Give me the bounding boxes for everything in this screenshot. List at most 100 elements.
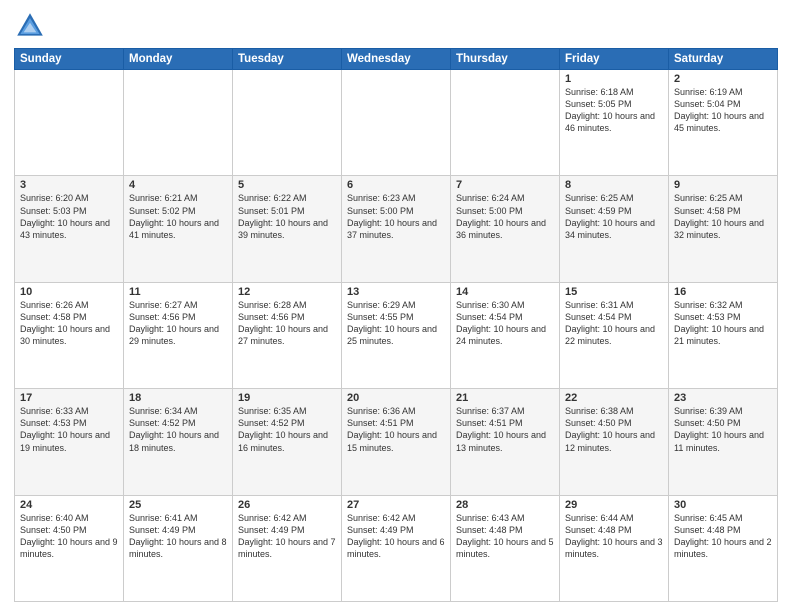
day-info: Sunrise: 6:32 AMSunset: 4:53 PMDaylight:… [674, 299, 772, 348]
day-info: Sunrise: 6:42 AMSunset: 4:49 PMDaylight:… [347, 512, 445, 561]
calendar-cell: 23Sunrise: 6:39 AMSunset: 4:50 PMDayligh… [669, 389, 778, 495]
day-info: Sunrise: 6:40 AMSunset: 4:50 PMDaylight:… [20, 512, 118, 561]
calendar: SundayMondayTuesdayWednesdayThursdayFrid… [14, 48, 778, 602]
day-number: 12 [238, 286, 336, 298]
day-header-row: SundayMondayTuesdayWednesdayThursdayFrid… [15, 49, 778, 70]
day-info: Sunrise: 6:34 AMSunset: 4:52 PMDaylight:… [129, 405, 227, 454]
calendar-cell: 22Sunrise: 6:38 AMSunset: 4:50 PMDayligh… [560, 389, 669, 495]
calendar-cell: 28Sunrise: 6:43 AMSunset: 4:48 PMDayligh… [451, 495, 560, 601]
day-info: Sunrise: 6:27 AMSunset: 4:56 PMDaylight:… [129, 299, 227, 348]
calendar-cell: 11Sunrise: 6:27 AMSunset: 4:56 PMDayligh… [124, 282, 233, 388]
day-number: 19 [238, 392, 336, 404]
day-number: 30 [674, 499, 772, 511]
calendar-cell: 1Sunrise: 6:18 AMSunset: 5:05 PMDaylight… [560, 70, 669, 176]
day-header-thursday: Thursday [451, 49, 560, 70]
calendar-cell: 27Sunrise: 6:42 AMSunset: 4:49 PMDayligh… [342, 495, 451, 601]
calendar-cell [451, 70, 560, 176]
day-info: Sunrise: 6:20 AMSunset: 5:03 PMDaylight:… [20, 192, 118, 241]
day-info: Sunrise: 6:35 AMSunset: 4:52 PMDaylight:… [238, 405, 336, 454]
day-number: 4 [129, 179, 227, 191]
logo-icon [14, 10, 46, 42]
calendar-cell: 2Sunrise: 6:19 AMSunset: 5:04 PMDaylight… [669, 70, 778, 176]
day-info: Sunrise: 6:25 AMSunset: 4:59 PMDaylight:… [565, 192, 663, 241]
day-info: Sunrise: 6:42 AMSunset: 4:49 PMDaylight:… [238, 512, 336, 561]
day-number: 21 [456, 392, 554, 404]
day-info: Sunrise: 6:21 AMSunset: 5:02 PMDaylight:… [129, 192, 227, 241]
day-info: Sunrise: 6:25 AMSunset: 4:58 PMDaylight:… [674, 192, 772, 241]
day-info: Sunrise: 6:37 AMSunset: 4:51 PMDaylight:… [456, 405, 554, 454]
day-info: Sunrise: 6:28 AMSunset: 4:56 PMDaylight:… [238, 299, 336, 348]
day-number: 3 [20, 179, 118, 191]
day-info: Sunrise: 6:29 AMSunset: 4:55 PMDaylight:… [347, 299, 445, 348]
day-header-wednesday: Wednesday [342, 49, 451, 70]
day-info: Sunrise: 6:38 AMSunset: 4:50 PMDaylight:… [565, 405, 663, 454]
day-info: Sunrise: 6:22 AMSunset: 5:01 PMDaylight:… [238, 192, 336, 241]
day-header-tuesday: Tuesday [233, 49, 342, 70]
calendar-cell: 14Sunrise: 6:30 AMSunset: 4:54 PMDayligh… [451, 282, 560, 388]
day-header-sunday: Sunday [15, 49, 124, 70]
day-number: 2 [674, 73, 772, 85]
calendar-cell: 20Sunrise: 6:36 AMSunset: 4:51 PMDayligh… [342, 389, 451, 495]
calendar-cell: 4Sunrise: 6:21 AMSunset: 5:02 PMDaylight… [124, 176, 233, 282]
calendar-cell: 19Sunrise: 6:35 AMSunset: 4:52 PMDayligh… [233, 389, 342, 495]
day-number: 8 [565, 179, 663, 191]
day-info: Sunrise: 6:36 AMSunset: 4:51 PMDaylight:… [347, 405, 445, 454]
day-info: Sunrise: 6:31 AMSunset: 4:54 PMDaylight:… [565, 299, 663, 348]
calendar-cell [342, 70, 451, 176]
day-number: 20 [347, 392, 445, 404]
day-info: Sunrise: 6:39 AMSunset: 4:50 PMDaylight:… [674, 405, 772, 454]
calendar-cell: 16Sunrise: 6:32 AMSunset: 4:53 PMDayligh… [669, 282, 778, 388]
day-number: 9 [674, 179, 772, 191]
calendar-cell: 18Sunrise: 6:34 AMSunset: 4:52 PMDayligh… [124, 389, 233, 495]
day-number: 11 [129, 286, 227, 298]
calendar-week-row: 10Sunrise: 6:26 AMSunset: 4:58 PMDayligh… [15, 282, 778, 388]
day-number: 16 [674, 286, 772, 298]
day-number: 1 [565, 73, 663, 85]
calendar-cell: 30Sunrise: 6:45 AMSunset: 4:48 PMDayligh… [669, 495, 778, 601]
calendar-cell: 10Sunrise: 6:26 AMSunset: 4:58 PMDayligh… [15, 282, 124, 388]
day-number: 5 [238, 179, 336, 191]
day-number: 29 [565, 499, 663, 511]
day-info: Sunrise: 6:30 AMSunset: 4:54 PMDaylight:… [456, 299, 554, 348]
calendar-cell: 15Sunrise: 6:31 AMSunset: 4:54 PMDayligh… [560, 282, 669, 388]
calendar-cell: 6Sunrise: 6:23 AMSunset: 5:00 PMDaylight… [342, 176, 451, 282]
calendar-cell: 8Sunrise: 6:25 AMSunset: 4:59 PMDaylight… [560, 176, 669, 282]
day-number: 17 [20, 392, 118, 404]
calendar-cell: 9Sunrise: 6:25 AMSunset: 4:58 PMDaylight… [669, 176, 778, 282]
day-number: 10 [20, 286, 118, 298]
day-info: Sunrise: 6:19 AMSunset: 5:04 PMDaylight:… [674, 86, 772, 135]
calendar-cell: 3Sunrise: 6:20 AMSunset: 5:03 PMDaylight… [15, 176, 124, 282]
day-info: Sunrise: 6:33 AMSunset: 4:53 PMDaylight:… [20, 405, 118, 454]
calendar-week-row: 17Sunrise: 6:33 AMSunset: 4:53 PMDayligh… [15, 389, 778, 495]
day-header-monday: Monday [124, 49, 233, 70]
calendar-cell: 12Sunrise: 6:28 AMSunset: 4:56 PMDayligh… [233, 282, 342, 388]
day-header-friday: Friday [560, 49, 669, 70]
day-info: Sunrise: 6:43 AMSunset: 4:48 PMDaylight:… [456, 512, 554, 561]
day-number: 15 [565, 286, 663, 298]
day-number: 18 [129, 392, 227, 404]
calendar-week-row: 24Sunrise: 6:40 AMSunset: 4:50 PMDayligh… [15, 495, 778, 601]
logo [14, 10, 52, 42]
calendar-week-row: 1Sunrise: 6:18 AMSunset: 5:05 PMDaylight… [15, 70, 778, 176]
day-header-saturday: Saturday [669, 49, 778, 70]
calendar-cell [15, 70, 124, 176]
day-info: Sunrise: 6:44 AMSunset: 4:48 PMDaylight:… [565, 512, 663, 561]
day-info: Sunrise: 6:18 AMSunset: 5:05 PMDaylight:… [565, 86, 663, 135]
calendar-week-row: 3Sunrise: 6:20 AMSunset: 5:03 PMDaylight… [15, 176, 778, 282]
day-info: Sunrise: 6:41 AMSunset: 4:49 PMDaylight:… [129, 512, 227, 561]
calendar-cell: 17Sunrise: 6:33 AMSunset: 4:53 PMDayligh… [15, 389, 124, 495]
calendar-cell: 21Sunrise: 6:37 AMSunset: 4:51 PMDayligh… [451, 389, 560, 495]
calendar-cell: 5Sunrise: 6:22 AMSunset: 5:01 PMDaylight… [233, 176, 342, 282]
day-number: 24 [20, 499, 118, 511]
day-number: 27 [347, 499, 445, 511]
calendar-cell: 29Sunrise: 6:44 AMSunset: 4:48 PMDayligh… [560, 495, 669, 601]
calendar-cell: 13Sunrise: 6:29 AMSunset: 4:55 PMDayligh… [342, 282, 451, 388]
day-number: 23 [674, 392, 772, 404]
day-number: 13 [347, 286, 445, 298]
calendar-cell [124, 70, 233, 176]
day-number: 7 [456, 179, 554, 191]
page: SundayMondayTuesdayWednesdayThursdayFrid… [0, 0, 792, 612]
day-number: 28 [456, 499, 554, 511]
header [14, 10, 778, 42]
calendar-cell: 26Sunrise: 6:42 AMSunset: 4:49 PMDayligh… [233, 495, 342, 601]
